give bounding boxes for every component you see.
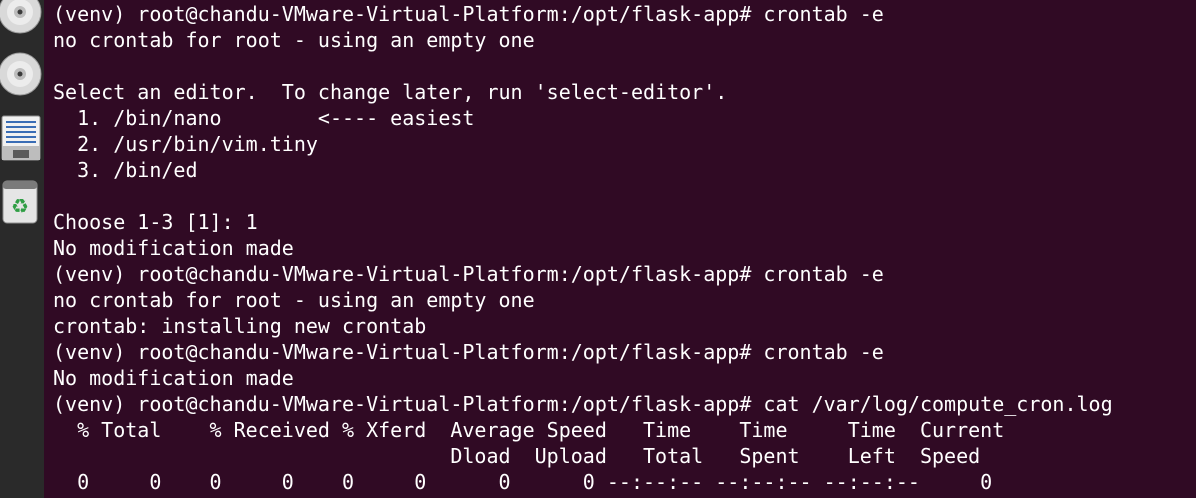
- terminal-line: 1. /bin/nano <---- easiest: [53, 106, 475, 130]
- terminal-window[interactable]: (venv) root@chandu-VMware-Virtual-Platfo…: [44, 0, 1196, 498]
- terminal-line: Select an editor. To change later, run '…: [53, 80, 728, 104]
- terminal-line: 3. /bin/ed: [53, 158, 198, 182]
- svg-text:♻: ♻: [11, 194, 29, 218]
- terminal-line: 2. /usr/bin/vim.tiny: [53, 132, 318, 156]
- terminal-line: Choose 1-3 [1]: 1: [53, 210, 258, 234]
- terminal-line: (venv) root@chandu-VMware-Virtual-Platfo…: [53, 2, 884, 26]
- terminal-line: crontab: installing new crontab: [53, 314, 427, 338]
- disc-drive-icon[interactable]: [0, 0, 42, 38]
- terminal-line: no crontab for root - using an empty one: [53, 28, 535, 52]
- terminal-line: 0 0 0 0 0 0 0 0 --:--:-- --:--:-- --:--:…: [53, 470, 993, 494]
- terminal-line: No modification made: [53, 366, 294, 390]
- terminal-line: No modification made: [53, 236, 294, 260]
- dock: ♻: [0, 0, 44, 498]
- disc-drive-icon[interactable]: [0, 50, 42, 98]
- terminal-line: Dload Upload Total Spent Left Speed: [53, 444, 981, 468]
- terminal-line: % Total % Received % Xferd Average Speed…: [53, 418, 1005, 442]
- terminal-line: (venv) root@chandu-VMware-Virtual-Platfo…: [53, 340, 884, 364]
- trash-icon[interactable]: ♻: [0, 178, 42, 226]
- text-document-icon[interactable]: [0, 114, 42, 162]
- terminal-line: (venv) root@chandu-VMware-Virtual-Platfo…: [53, 262, 884, 286]
- terminal-line: (venv) root@chandu-VMware-Virtual-Platfo…: [53, 392, 1113, 416]
- terminal-line: no crontab for root - using an empty one: [53, 288, 535, 312]
